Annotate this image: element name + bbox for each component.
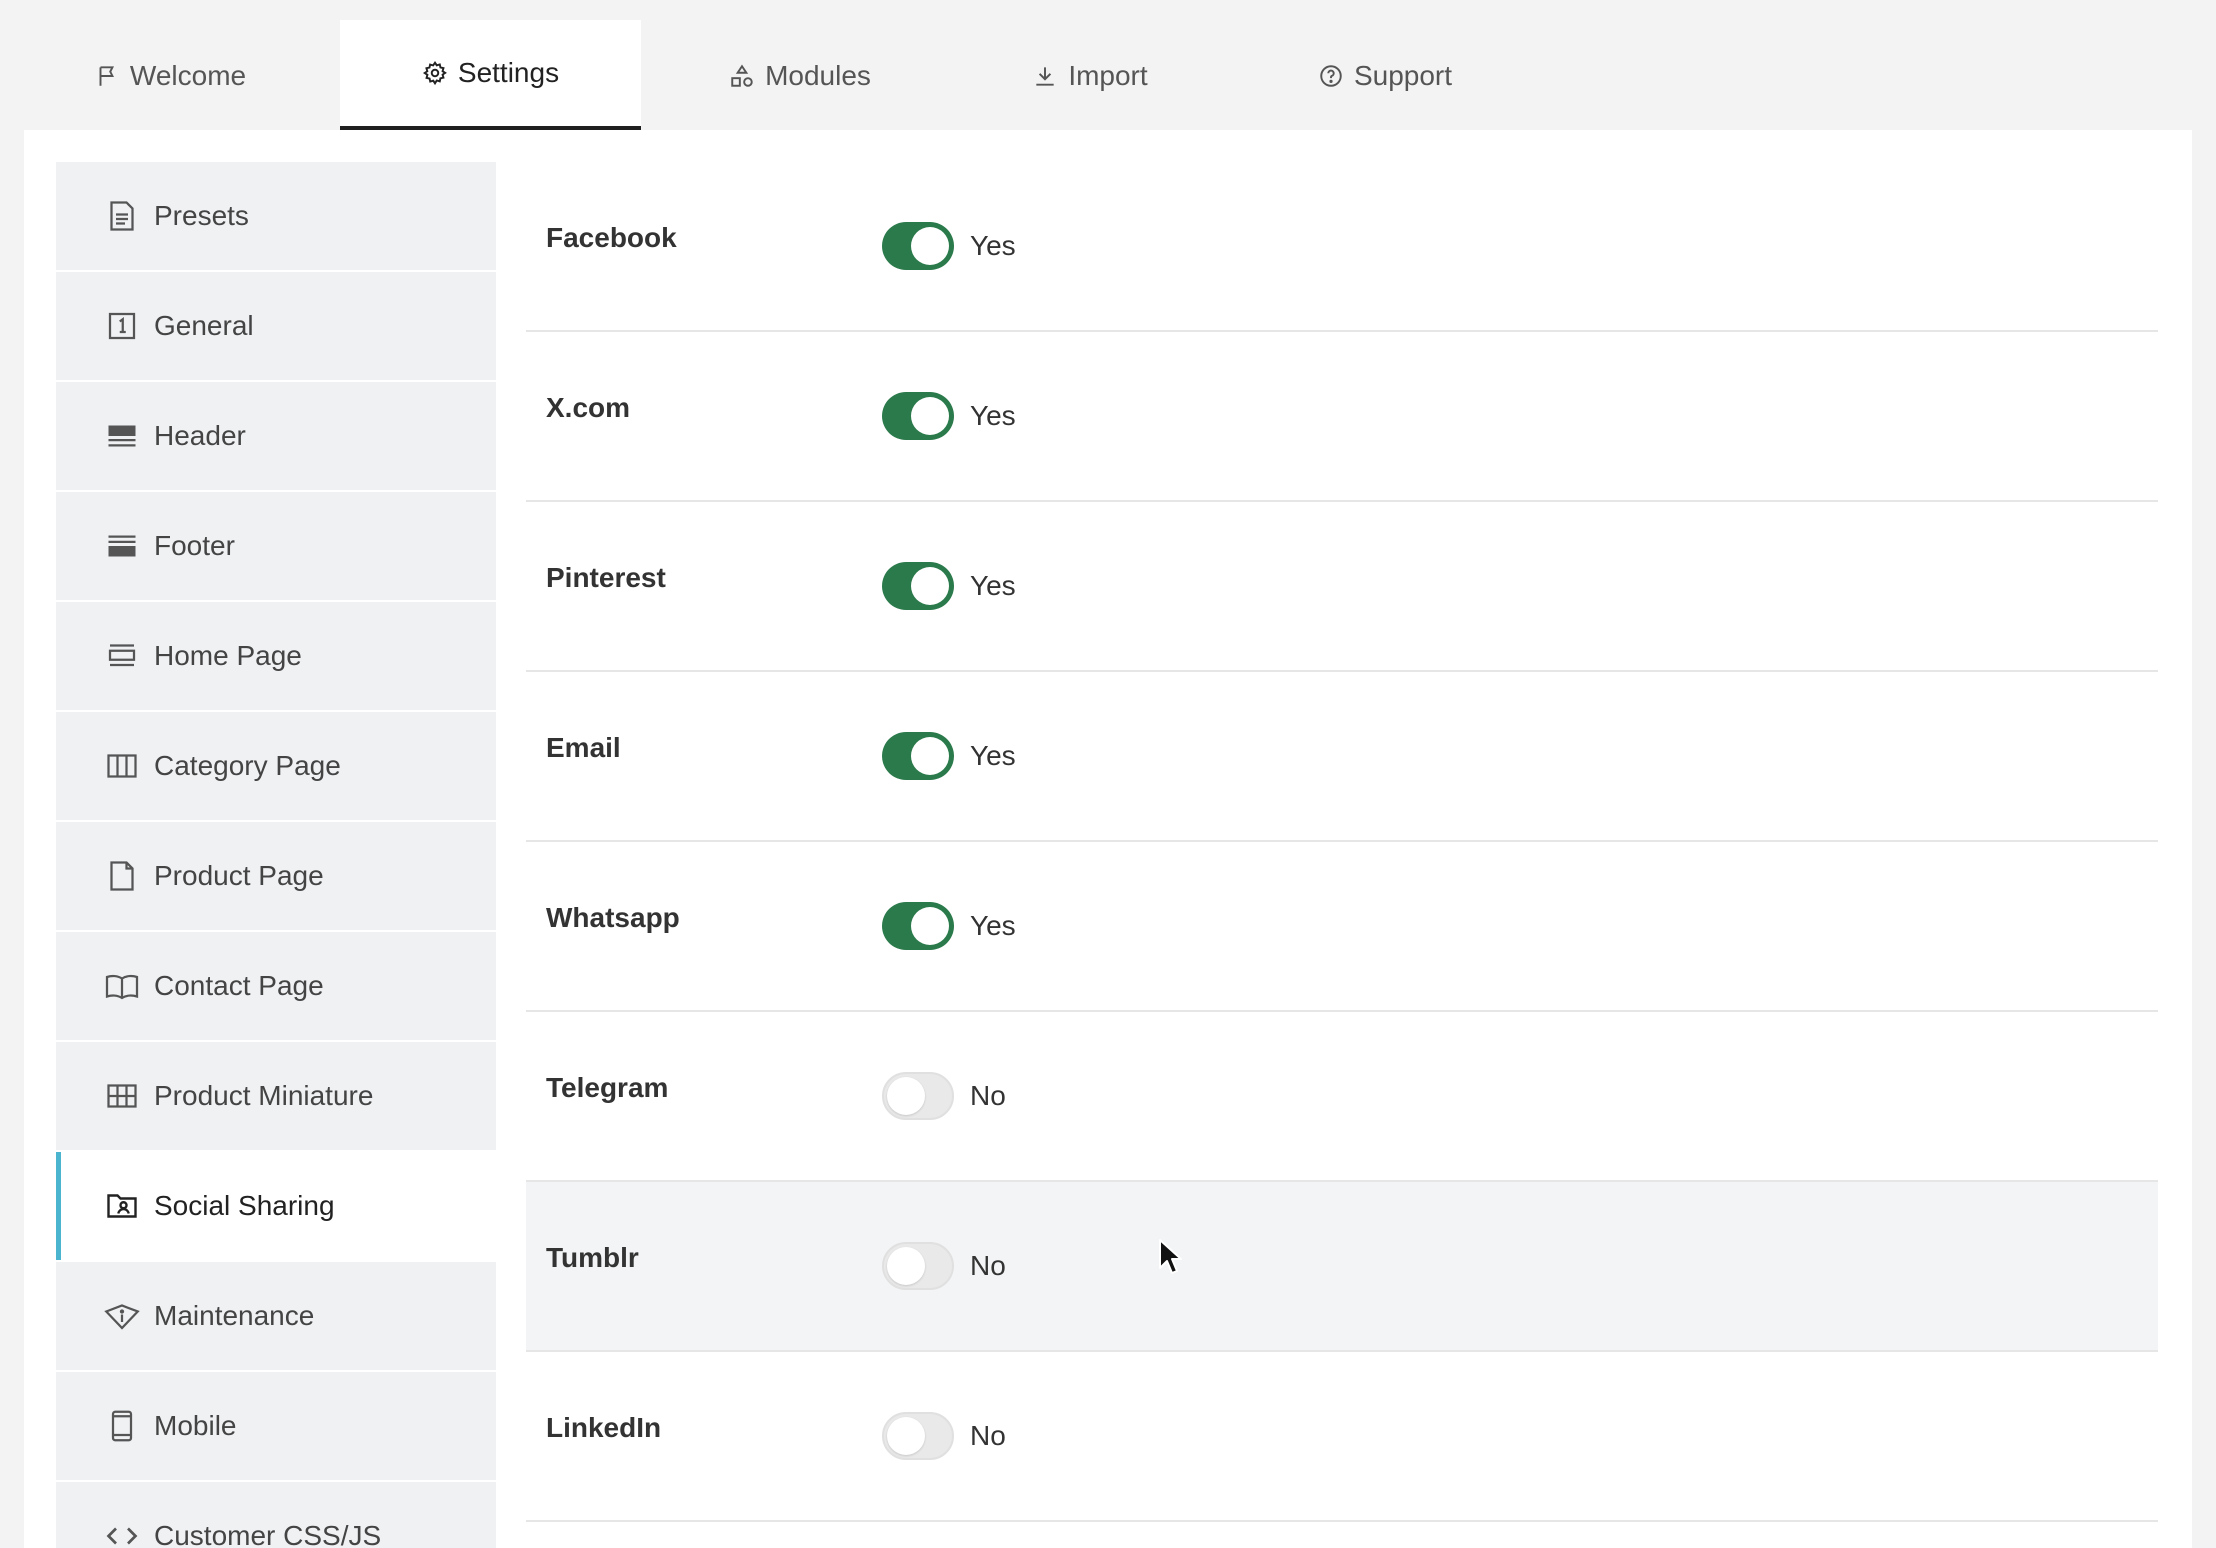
sidebar-item-presets[interactable]: Presets <box>56 162 496 270</box>
toggle-state-text: No <box>970 1080 1006 1111</box>
number-one-icon <box>104 308 140 344</box>
sidebar-item-category-page[interactable]: Category Page <box>56 712 496 820</box>
telegram-toggle[interactable] <box>882 1072 954 1120</box>
tab-label: Settings <box>457 57 560 88</box>
toggle-state-text: Yes <box>970 230 1016 261</box>
email-toggle[interactable] <box>882 732 954 780</box>
tab-welcome[interactable]: Welcome <box>70 20 270 132</box>
help-circle-icon <box>1318 63 1344 89</box>
setting-row-telegram: Telegram No <box>526 1012 2158 1182</box>
tab-settings[interactable]: Settings <box>340 20 641 132</box>
setting-row-facebook: Facebook Yes <box>526 162 2158 332</box>
tab-label: Modules <box>765 60 871 91</box>
sidebar-item-mobile[interactable]: Mobile <box>56 1372 496 1480</box>
sidebar-item-customer-css-js[interactable]: Customer CSS/JS <box>56 1482 496 1548</box>
x-com-toggle[interactable] <box>882 392 954 440</box>
sidebar-item-footer[interactable]: Footer <box>56 492 496 600</box>
toggle-knob <box>887 1417 925 1455</box>
columns-icon <box>104 748 140 784</box>
setting-label: Pinterest <box>546 562 666 593</box>
pinterest-toggle[interactable] <box>882 562 954 610</box>
flag-icon <box>94 63 120 89</box>
setting-label: Whatsapp <box>546 902 680 933</box>
toggle-knob <box>911 227 949 265</box>
facebook-toggle[interactable] <box>882 222 954 270</box>
page-icon <box>104 858 140 894</box>
setting-row-linkedin: LinkedIn No <box>526 1352 2158 1522</box>
toggle-knob <box>911 567 949 605</box>
tab-label: Support <box>1353 60 1453 91</box>
sidebar-item-contact-page[interactable]: Contact Page <box>56 932 496 1040</box>
toggle-state-text: No <box>970 1420 1006 1451</box>
setting-label: Telegram <box>546 1072 669 1103</box>
toggle-state-text: Yes <box>970 740 1016 771</box>
setting-row-x-com: X.com Yes <box>526 332 2158 502</box>
grid-icon <box>104 1078 140 1114</box>
download-icon <box>1032 63 1058 89</box>
sidebar-item-general[interactable]: General <box>56 272 496 380</box>
tab-support[interactable]: Support <box>1285 20 1485 132</box>
sidebar-item-product-page[interactable]: Product Page <box>56 822 496 930</box>
sidebar-item-label: Product Page <box>154 860 324 891</box>
sidebar-item-label: Category Page <box>154 750 341 781</box>
toggle-state-text: No <box>970 1250 1006 1281</box>
home-layout-icon <box>104 638 140 674</box>
document-icon <box>104 198 140 234</box>
folder-user-icon <box>104 1188 140 1224</box>
book-icon <box>104 968 140 1004</box>
sidebar-item-maintenance[interactable]: Maintenance <box>56 1262 496 1370</box>
setting-row-pinterest: Pinterest Yes <box>526 502 2158 672</box>
tumblr-toggle[interactable] <box>882 1242 954 1290</box>
setting-row-email: Email Yes <box>526 672 2158 842</box>
setting-row-whatsapp: Whatsapp Yes <box>526 842 2158 1012</box>
linkedin-toggle[interactable] <box>882 1412 954 1460</box>
toggle-knob <box>911 397 949 435</box>
tab-import[interactable]: Import <box>1000 20 1180 132</box>
sidebar-item-label: Social Sharing <box>154 1190 335 1221</box>
toggle-knob <box>911 907 949 945</box>
setting-label: Tumblr <box>546 1242 639 1273</box>
sidebar-item-label: Product Miniature <box>154 1080 374 1111</box>
settings-sidebar: Presets General Header Footer Home Page … <box>56 162 496 1548</box>
setting-label: Email <box>546 732 621 763</box>
sidebar-item-social-sharing[interactable]: Social Sharing <box>56 1152 496 1260</box>
toggle-knob <box>887 1077 925 1115</box>
whatsapp-toggle[interactable] <box>882 902 954 950</box>
toggle-state-text: Yes <box>970 570 1016 601</box>
tab-label: Import <box>1068 60 1148 91</box>
gear-icon <box>422 60 448 86</box>
sidebar-item-label: Maintenance <box>154 1300 315 1331</box>
sidebar-item-label: General <box>154 310 254 341</box>
sidebar-item-home-page[interactable]: Home Page <box>56 602 496 710</box>
sidebar-item-label: Footer <box>154 530 235 561</box>
setting-label: Facebook <box>546 222 677 253</box>
sidebar-item-product-miniature[interactable]: Product Miniature <box>56 1042 496 1150</box>
shapes-icon <box>729 63 755 89</box>
tab-label: Welcome <box>129 60 247 91</box>
toggle-state-text: Yes <box>970 910 1016 941</box>
phone-icon <box>104 1408 140 1444</box>
setting-label: X.com <box>546 392 631 423</box>
toggle-knob <box>887 1247 925 1285</box>
sidebar-item-label: Presets <box>154 200 249 231</box>
mouse-cursor-icon <box>1159 1239 1182 1274</box>
footer-layout-icon <box>104 528 140 564</box>
sidebar-item-label: Header <box>154 420 246 451</box>
sidebar-item-label: Customer CSS/JS <box>154 1520 382 1548</box>
sidebar-item-header[interactable]: Header <box>56 382 496 490</box>
sidebar-item-label: Contact Page <box>154 970 324 1001</box>
setting-label: LinkedIn <box>546 1412 662 1443</box>
info-diamond-icon <box>104 1298 140 1334</box>
tab-modules[interactable]: Modules <box>700 20 900 132</box>
setting-row-tumblr: Tumblr No <box>526 1182 2158 1352</box>
code-icon <box>104 1518 140 1548</box>
top-tab-bar: Welcome Settings Modules Import Support <box>0 0 2216 132</box>
toggle-knob <box>911 737 949 775</box>
toggle-state-text: Yes <box>970 400 1016 431</box>
header-layout-icon <box>104 418 140 454</box>
sidebar-item-label: Mobile <box>154 1410 237 1441</box>
sidebar-item-label: Home Page <box>154 640 302 671</box>
